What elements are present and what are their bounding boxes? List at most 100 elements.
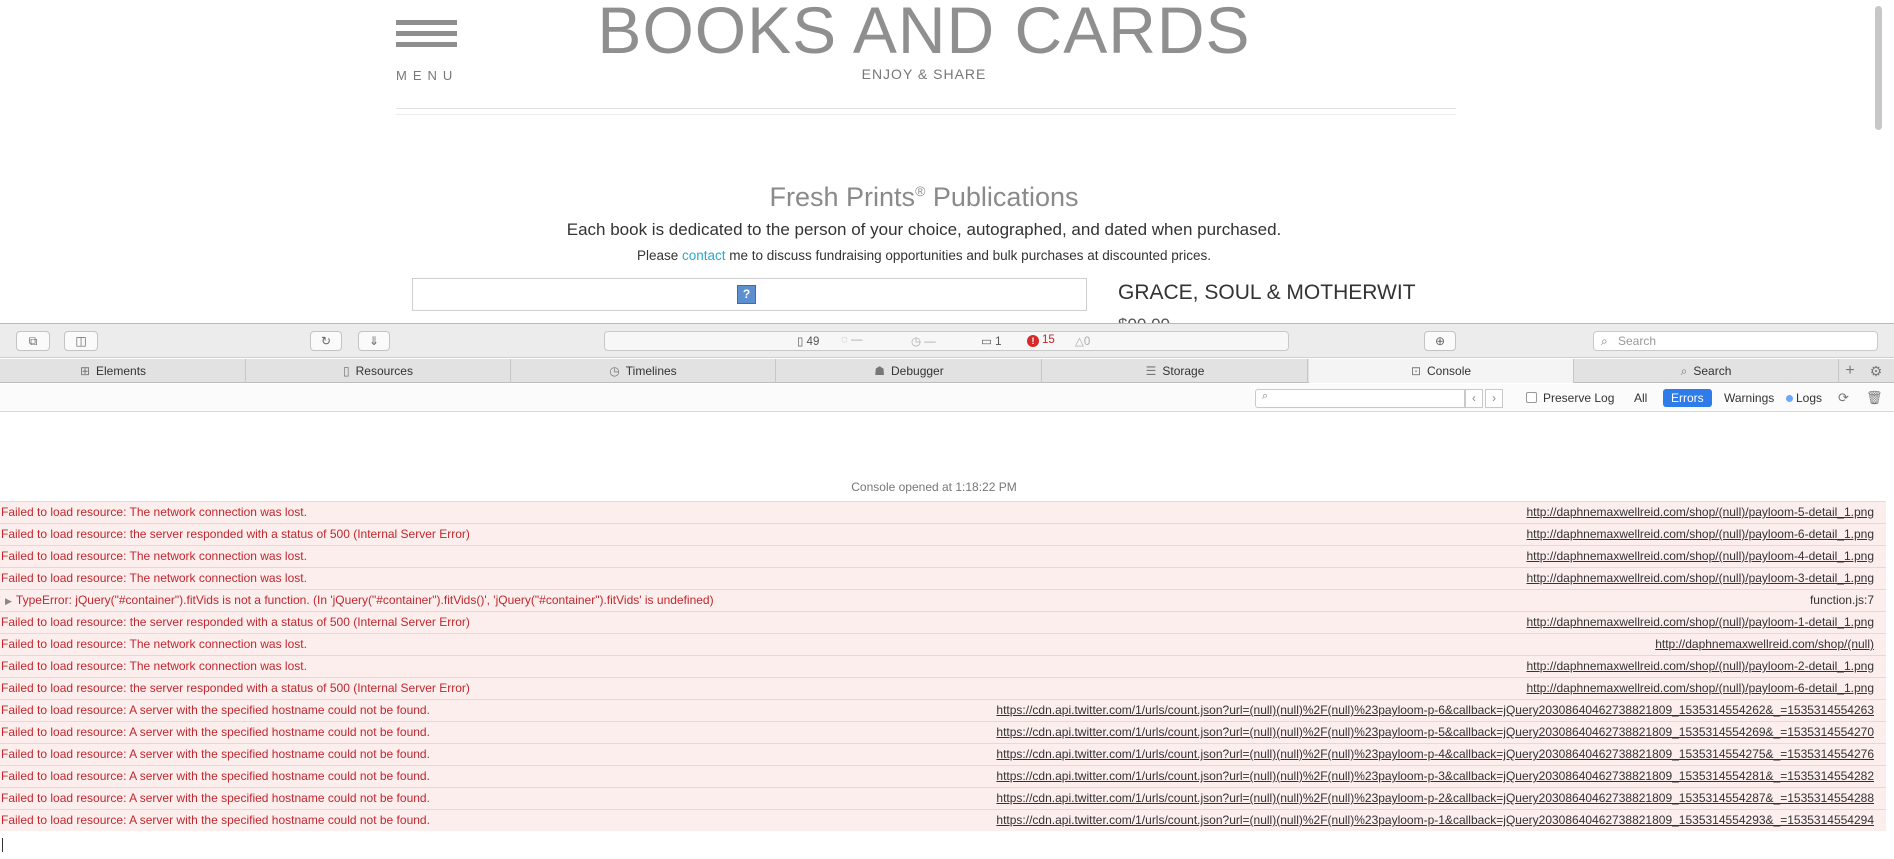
tab-storage[interactable]: ☰ Storage bbox=[1043, 359, 1308, 383]
dock-button[interactable]: ⧉ bbox=[16, 331, 50, 351]
error-source-link[interactable]: http://daphnemaxwellreid.com/shop/(null)… bbox=[1526, 546, 1874, 567]
console-error-row[interactable]: Failed to load resource: the server resp… bbox=[0, 523, 1886, 545]
console-error-row[interactable]: Failed to load resource: The network con… bbox=[0, 633, 1886, 655]
split-view-button[interactable]: ◫ bbox=[64, 331, 98, 351]
error-source-link[interactable]: https://cdn.api.twitter.com/1/urls/count… bbox=[996, 700, 1874, 721]
error-message: Failed to load resource: the server resp… bbox=[1, 527, 470, 541]
document-icon: ▯ bbox=[797, 336, 804, 348]
error-source-link[interactable]: http://daphnemaxwellreid.com/shop/(null)… bbox=[1526, 678, 1874, 699]
error-source-link[interactable]: function.js:7 bbox=[1810, 590, 1874, 611]
trash-icon[interactable]: 🗑 bbox=[1866, 390, 1883, 406]
filter-all[interactable]: All bbox=[1634, 391, 1647, 405]
next-match-button[interactable]: › bbox=[1485, 389, 1503, 408]
error-count[interactable]: ! 15 bbox=[1027, 334, 1055, 347]
console-error-row[interactable]: Failed to load resource: A server with t… bbox=[0, 765, 1886, 787]
error-message: ▶ TypeError: jQuery("#container").fitVids… bbox=[5, 593, 714, 607]
error-source-link[interactable]: https://cdn.api.twitter.com/1/urls/count… bbox=[996, 722, 1874, 743]
page-scrollbar[interactable] bbox=[1875, 6, 1882, 130]
document-icon: ▯ bbox=[343, 364, 350, 378]
console-error-row[interactable]: Failed to load resource: The network con… bbox=[0, 545, 1886, 567]
error-source-link[interactable]: http://daphnemaxwellreid.com/shop/(null)… bbox=[1526, 524, 1874, 545]
bell-icon: ◌ bbox=[841, 334, 848, 346]
clock-icon: ◷ bbox=[609, 364, 620, 378]
filter-errors[interactable]: Errors bbox=[1663, 389, 1712, 407]
console-error-row[interactable]: Failed to load resource: A server with t… bbox=[0, 809, 1886, 831]
tab-search[interactable]: ⌕ Search bbox=[1574, 359, 1839, 383]
search-icon: ⌕ bbox=[1680, 364, 1688, 378]
hamburger-icon-bar bbox=[396, 42, 457, 47]
tab-elements[interactable]: ⊞ Elements bbox=[0, 359, 246, 383]
filter-logs[interactable]: Logs bbox=[1786, 391, 1822, 405]
book-preview-frame: ? bbox=[412, 278, 1087, 311]
database-icon: ☰ bbox=[1145, 364, 1157, 378]
menu-button[interactable]: MENU bbox=[396, 20, 460, 83]
console-error-row[interactable]: Failed to load resource: The network con… bbox=[0, 567, 1886, 589]
tab-debugger[interactable]: ☗ Debugger bbox=[777, 359, 1042, 383]
error-source-link[interactable]: http://daphnemaxwellreid.com/shop/(null)… bbox=[1526, 612, 1874, 633]
disclosure-triangle-icon[interactable]: ▶ bbox=[5, 596, 12, 606]
tab-timelines[interactable]: ◷ Timelines bbox=[511, 359, 776, 383]
error-source-link[interactable]: https://cdn.api.twitter.com/1/urls/count… bbox=[996, 788, 1874, 809]
log-count[interactable]: ▭ 1 bbox=[981, 334, 1001, 348]
error-source-link[interactable]: http://daphnemaxwellreid.com/shop/(null)… bbox=[1526, 502, 1874, 523]
resources-count[interactable]: ▯ 49 bbox=[797, 334, 819, 348]
screen: MENU BOOKS AND CARDS ENJOY & SHARE Fresh… bbox=[0, 0, 1894, 859]
load-time[interactable]: ◷ — bbox=[911, 334, 936, 348]
menu-label: MENU bbox=[396, 68, 459, 83]
filter-warnings[interactable]: Warnings bbox=[1724, 391, 1774, 405]
error-source-link[interactable]: https://cdn.api.twitter.com/1/urls/count… bbox=[996, 810, 1874, 831]
elements-icon: ⊞ bbox=[79, 364, 91, 378]
console-error-row[interactable]: Failed to load resource: The network con… bbox=[0, 501, 1886, 523]
global-search-field[interactable]: ⌕ Search bbox=[1593, 331, 1878, 351]
contact-link[interactable]: contact bbox=[682, 248, 726, 263]
settings-button[interactable]: ⚙ bbox=[1864, 359, 1888, 383]
book-price: $00.00 bbox=[1118, 315, 1170, 323]
tab-console[interactable]: ⊡ Console bbox=[1309, 359, 1574, 383]
new-tab-button[interactable]: + bbox=[1840, 359, 1860, 383]
contact-note: Please contact me to discuss fundraising… bbox=[636, 248, 1212, 263]
download-button[interactable]: ⇓ bbox=[358, 331, 390, 351]
comment-icon: ▭ bbox=[981, 336, 992, 348]
console-icon: ⊡ bbox=[1410, 364, 1422, 378]
book-title: GRACE, SOUL & MOTHERWIT bbox=[1118, 281, 1416, 304]
console-error-row[interactable]: Failed to load resource: A server with t… bbox=[0, 743, 1886, 765]
console-error-row[interactable]: Failed to load resource: The network con… bbox=[0, 655, 1886, 677]
console-message-list: Failed to load resource: The network con… bbox=[0, 501, 1886, 831]
error-source-link[interactable]: http://daphnemaxwellreid.com/shop/(null) bbox=[1655, 634, 1874, 655]
error-message: Failed to load resource: A server with t… bbox=[1, 769, 430, 783]
previous-match-button[interactable]: ‹ bbox=[1465, 389, 1483, 408]
error-source-link[interactable]: https://cdn.api.twitter.com/1/urls/count… bbox=[996, 744, 1874, 765]
clear-on-reload-icon[interactable]: ⟳ bbox=[1838, 390, 1849, 406]
web-page: MENU BOOKS AND CARDS ENJOY & SHARE Fresh… bbox=[0, 0, 1894, 323]
error-message: Failed to load resource: The network con… bbox=[1, 637, 307, 651]
load-size[interactable]: ◌ — bbox=[841, 334, 863, 346]
console-error-row[interactable]: Failed to load resource: the server resp… bbox=[0, 611, 1886, 633]
warning-count[interactable]: △0 bbox=[1075, 334, 1090, 348]
tab-resources[interactable]: ▯ Resources bbox=[246, 359, 511, 383]
error-message: Failed to load resource: The network con… bbox=[1, 549, 307, 563]
inspector-toolbar: ⧉ ◫ ↻ ⇓ ▯ 49 ◌ — ◷ — ▭ 1 ! 15 △0 ⊕ ⌕ Searc… bbox=[0, 324, 1894, 358]
console-error-row[interactable]: Failed to load resource: A server with t… bbox=[0, 787, 1886, 809]
console-prompt-cursor[interactable] bbox=[2, 838, 3, 852]
console-filter-bar: ⌕ ‹ › Preserve Log All Errors Warnings L… bbox=[0, 384, 1894, 412]
console-error-row[interactable]: Failed to load resource: A server with t… bbox=[0, 721, 1886, 743]
element-selection-button[interactable]: ⊕ bbox=[1424, 331, 1456, 351]
preserve-log-checkbox[interactable]: Preserve Log bbox=[1526, 391, 1614, 405]
console-error-row-expandable[interactable]: ▶ TypeError: jQuery("#container").fitVids… bbox=[0, 589, 1886, 611]
windows-icon: ⧉ bbox=[28, 334, 38, 348]
console-filter-input[interactable] bbox=[1255, 389, 1465, 408]
error-source-link[interactable]: https://cdn.api.twitter.com/1/urls/count… bbox=[996, 766, 1874, 787]
error-message: Failed to load resource: The network con… bbox=[1, 659, 307, 673]
error-source-link[interactable]: http://daphnemaxwellreid.com/shop/(null)… bbox=[1526, 656, 1874, 677]
search-icon: ⌕ bbox=[1601, 334, 1608, 348]
logs-dot-icon bbox=[1786, 395, 1793, 402]
error-message: Failed to load resource: the server resp… bbox=[1, 615, 470, 629]
registered-mark: ® bbox=[915, 183, 926, 199]
console-error-row[interactable]: Failed to load resource: A server with t… bbox=[0, 699, 1886, 721]
site-title[interactable]: BOOKS AND CARDS bbox=[540, 0, 1308, 68]
activity-viewer: ▯ 49 ◌ — ◷ — ▭ 1 ! 15 △0 bbox=[604, 331, 1289, 351]
error-source-link[interactable]: http://daphnemaxwellreid.com/shop/(null)… bbox=[1526, 568, 1874, 589]
reload-button[interactable]: ↻ bbox=[310, 331, 342, 351]
console-error-row[interactable]: Failed to load resource: the server resp… bbox=[0, 677, 1886, 699]
publications-title: Fresh Prints® Publications bbox=[769, 182, 1079, 212]
